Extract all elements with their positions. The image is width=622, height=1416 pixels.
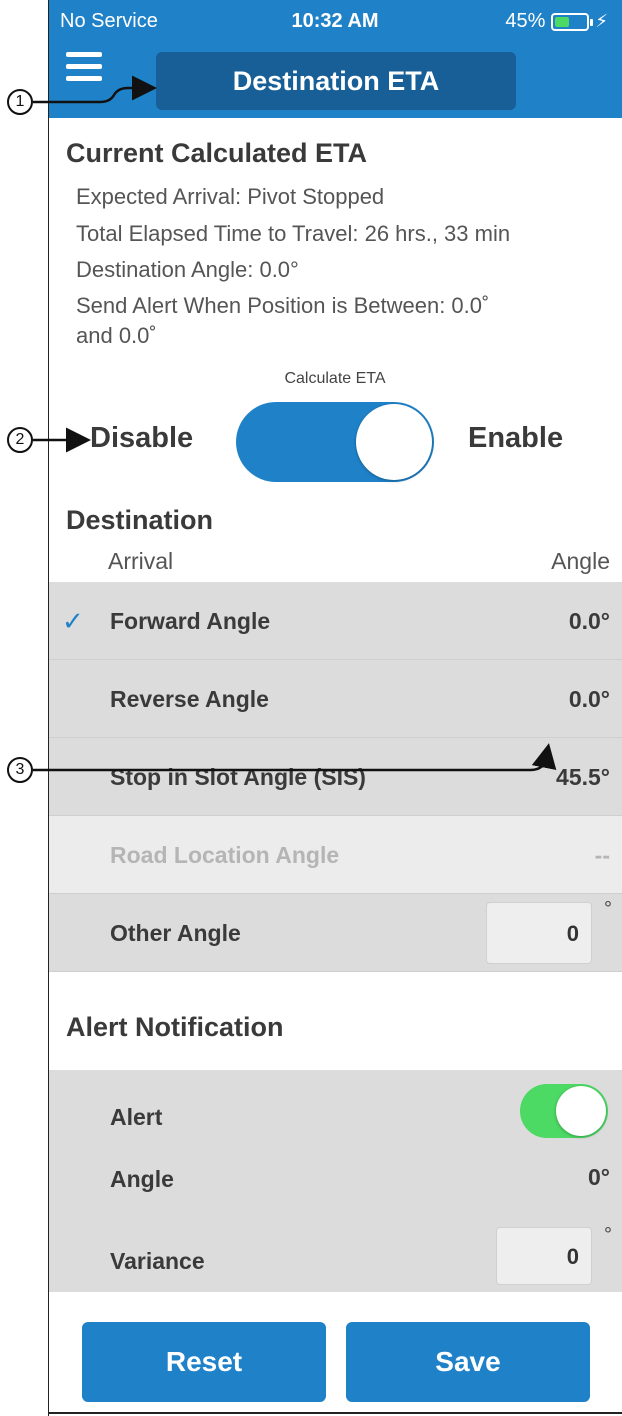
destination-row-sis[interactable]: Stop in Slot Angle (SIS) 45.5°	[48, 738, 622, 816]
destination-table: ✓ Forward Angle 0.0° Reverse Angle 0.0° …	[48, 582, 622, 972]
degree-unit: °	[604, 898, 612, 920]
battery-icon	[551, 12, 594, 31]
phone-screen: No Service 10:32 AM 45% ⚡︎ Destination E…	[48, 0, 622, 1416]
callout-2: 2	[7, 427, 33, 453]
expected-arrival-text: Expected Arrival: Pivot Stopped	[76, 184, 385, 209]
destination-row-reverse[interactable]: Reverse Angle 0.0°	[48, 660, 622, 738]
charging-bolt-icon: ⚡︎	[595, 11, 608, 31]
alert-angle-value: 0°	[588, 1164, 610, 1190]
destination-row-forward[interactable]: ✓ Forward Angle 0.0°	[48, 582, 622, 660]
variance-input[interactable]: 0	[496, 1227, 592, 1285]
battery-status: 45% ⚡︎	[505, 10, 608, 33]
calculate-eta-toggle[interactable]	[236, 402, 434, 482]
checkmark-icon: ✓	[62, 606, 84, 636]
angle-row: Angle 0°	[48, 1148, 622, 1214]
current-eta-heading: Current Calculated ETA	[66, 138, 368, 168]
angle-column-header: Angle	[551, 548, 610, 574]
alert-table: Alert Angle 0° Variance 0 °	[48, 1070, 622, 1292]
row-value: 0.0°	[568, 608, 610, 634]
row-label: Reverse Angle	[110, 686, 269, 712]
destination-row-other[interactable]: Other Angle 0 °	[48, 894, 622, 972]
app-header: No Service 10:32 AM 45% ⚡︎ Destination E…	[48, 0, 622, 118]
row-label: Stop in Slot Angle (SIS)	[110, 764, 366, 790]
degree-unit: °	[604, 1224, 612, 1246]
toggle-knob	[356, 404, 432, 480]
alert-toggle[interactable]	[520, 1084, 608, 1138]
row-value: 0.0°	[568, 686, 610, 712]
left-border	[48, 0, 49, 1416]
destination-heading: Destination	[66, 505, 214, 535]
destination-angle-text: Destination Angle: 0.0°	[76, 257, 299, 282]
variance-label: Variance	[110, 1248, 205, 1274]
row-label: Forward Angle	[110, 608, 271, 634]
row-label: Road Location Angle	[110, 842, 340, 868]
destination-row-road: Road Location Angle --	[48, 816, 622, 894]
battery-percent: 45%	[505, 10, 546, 32]
callout-1: 1	[7, 89, 33, 115]
row-value: --	[594, 842, 610, 868]
row-label: Other Angle	[110, 920, 241, 946]
alert-row: Alert	[48, 1070, 622, 1148]
bottom-divider	[48, 1412, 622, 1414]
row-value: 45.5°	[556, 764, 610, 790]
arrival-column-header: Arrival	[108, 548, 174, 574]
enable-label: Enable	[468, 422, 564, 454]
save-button[interactable]: Save	[346, 1322, 590, 1402]
alert-notification-heading: Alert Notification	[66, 1012, 284, 1042]
calculate-eta-label: Calculate ETA	[284, 370, 386, 387]
other-angle-input[interactable]: 0	[486, 902, 592, 964]
toggle-knob	[556, 1086, 606, 1136]
page-title: Destination ETA	[156, 52, 516, 110]
status-bar: No Service 10:32 AM 45% ⚡︎	[48, 0, 622, 44]
variance-row: Variance 0 °	[48, 1214, 622, 1292]
angle-label: Angle	[110, 1166, 174, 1192]
callout-3: 3	[7, 757, 33, 783]
alert-label: Alert	[110, 1104, 163, 1130]
elapsed-time-text: Total Elapsed Time to Travel: 26 hrs., 3…	[76, 221, 511, 246]
hamburger-menu-icon[interactable]	[66, 52, 102, 82]
alert-range-text-cont: and 0.0˚	[76, 323, 157, 348]
reset-button[interactable]: Reset	[82, 1322, 326, 1402]
alert-range-text: Send Alert When Position is Between: 0.0…	[76, 293, 490, 318]
disable-label: Disable	[90, 422, 194, 454]
